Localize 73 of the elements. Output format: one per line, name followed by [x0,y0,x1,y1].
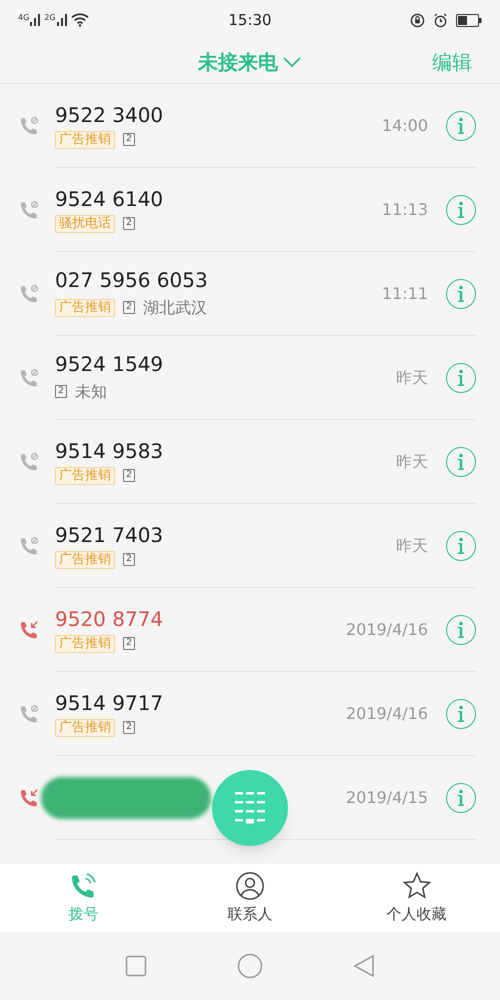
phone-number: 9514 9583 [55,438,164,462]
info-icon [457,200,465,218]
alarm-icon [432,12,448,28]
clock: 15:30 [228,10,272,31]
call-time: 2019/4/15 [346,786,428,808]
network-label: 2G [44,14,56,22]
call-tag: 广告推销 [55,718,115,736]
sim-badge: 2 [123,553,135,566]
sim-badge: 2 [123,637,135,650]
info-icon [457,788,465,806]
info-button[interactable] [446,698,476,728]
call-time: 11:13 [382,198,428,220]
call-tag: 广告推销 [55,298,115,316]
battery-icon [456,14,482,26]
call-time: 11:11 [382,282,428,304]
info-button[interactable] [446,110,476,140]
info-icon [457,452,465,470]
phone-number: 9522 3400 [55,102,164,126]
info-icon [457,704,465,722]
edit-button[interactable]: 编辑 [432,46,472,76]
sim-badge: 2 [123,217,135,230]
info-button[interactable] [446,614,476,644]
info-icon [457,620,465,638]
star-icon [402,870,432,901]
filter-dropdown[interactable]: 未接来电 [198,46,302,76]
bottom-tab[interactable]: 拨号 [0,864,167,932]
info-icon [457,116,465,134]
info-button[interactable] [446,782,476,812]
phone-number: 9514 9717 [55,690,164,714]
call-time: 昨天 [396,450,428,472]
call-tag: 广告推销 [55,550,115,568]
info-button[interactable] [446,446,476,476]
call-tag: 广告推销 [55,130,115,148]
call-tag: 广告推销 [55,466,115,484]
sim-badge: 2 [123,301,135,314]
info-icon [457,284,465,302]
call-time: 14:00 [382,114,428,136]
info-button[interactable] [446,530,476,560]
person-icon [235,870,265,901]
recent-apps-icon[interactable] [125,955,147,977]
call-time: 昨天 [396,366,428,388]
sim-badge: 2 [123,469,135,482]
signal-icon [30,14,40,26]
home-icon[interactable] [237,953,263,979]
sim-badge: 2 [55,385,67,398]
bottom-tab[interactable]: 联系人 [166,864,334,932]
call-location: 未知 [75,380,107,402]
network-label: 4G [18,14,30,22]
call-time: 昨天 [396,534,428,556]
call-time: 2019/4/16 [346,702,428,724]
signal-icon [56,14,67,26]
wifi-icon [70,13,89,27]
info-icon [457,536,465,554]
phone-number: 9524 1549 [55,352,164,376]
info-button[interactable] [446,278,476,308]
call-location: 湖北武汉 [143,296,207,318]
info-button[interactable] [446,194,476,224]
chevron-down-icon [282,56,302,68]
info-icon [457,368,465,386]
call-time: 2019/4/16 [346,618,428,640]
call-tag: 广告推销 [55,634,115,652]
sim-badge: 2 [123,133,135,146]
bottom-tab[interactable]: 个人收藏 [333,864,500,932]
back-icon[interactable] [353,954,375,978]
call-tag: 骚扰电话 [55,214,115,232]
phone-number: 9524 6140 [55,186,164,210]
phone-number: 9520 8774 [55,606,164,630]
rotation-lock-icon [410,12,425,28]
sim-badge: 2 [123,721,135,734]
dialpad-icon [235,792,265,824]
info-button[interactable] [446,362,476,392]
phone-number: 027 5956 6053 [55,268,209,292]
phone-number: 9521 7403 [55,522,164,546]
